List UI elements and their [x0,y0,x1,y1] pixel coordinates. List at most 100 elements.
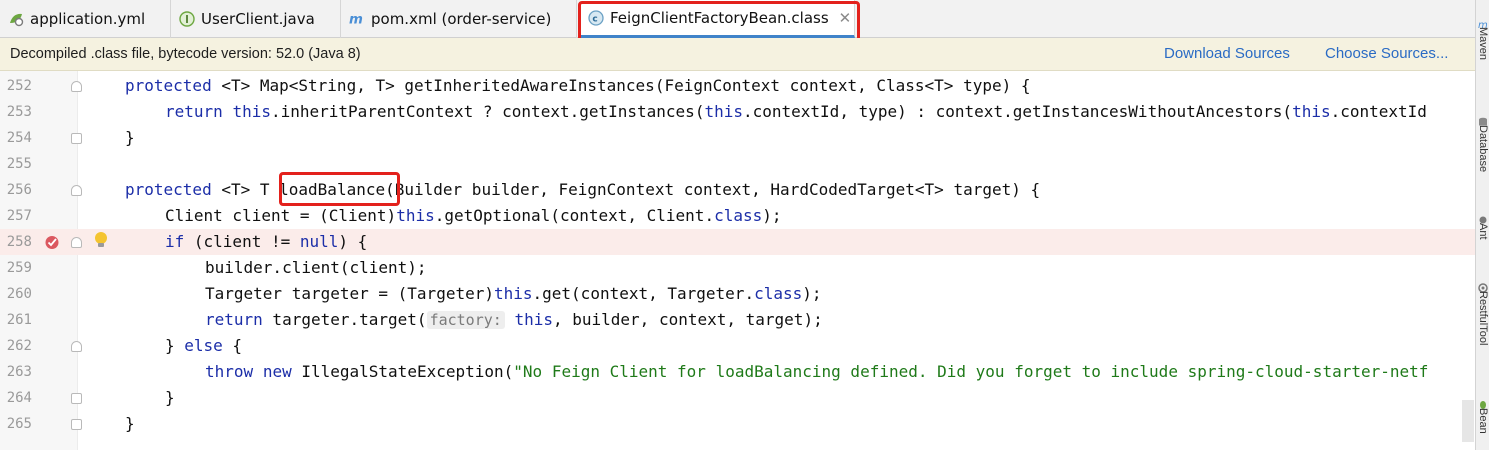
fold-end-marker-icon[interactable] [71,133,82,144]
keyword: this [704,102,743,121]
tool-restfultool[interactable]: RestfulTool [1476,278,1489,345]
keyword: this [232,102,271,121]
code-text: Targeter targeter = (Targeter)this.get(c… [205,281,822,307]
line-number: 258 [6,234,32,250]
code-text: if (client != null) { [165,229,367,255]
code-line: 254 } [0,125,1475,151]
line-number: 259 [6,260,32,276]
code-token: .get(context, Targeter. [532,284,755,303]
code-token: } [165,336,185,355]
fold-marker-icon[interactable] [71,185,82,196]
tool-database[interactable]: Database [1476,112,1489,172]
code-token: (client != [184,232,300,251]
tool-ant[interactable]: Ant [1476,210,1489,240]
code-token: Client client = (Client) [165,206,397,225]
tool-maven[interactable]: m Maven [1476,14,1489,60]
line-number: 260 [6,286,32,302]
code-line-breakpoint: 258 if (client != null) { [0,229,1475,255]
tab-pom-xml[interactable]: m pom.xml (order-service) [341,0,577,38]
code-text: protected <T> Map<String, T> getInherite… [125,73,1031,99]
bean-icon [1478,395,1488,409]
keyword: this [1292,102,1331,121]
decompiled-notice-banner: Decompiled .class file, bytecode version… [0,38,1475,71]
code-text: protected <T> T loadBalance(Builder buil… [125,177,1040,203]
maven-icon: m [1478,14,1488,31]
code-line: 252 protected <T> Map<String, T> getInhe… [0,73,1475,99]
tool-label: Database [1477,125,1489,173]
tab-userclient-java[interactable]: UserClient.java [171,0,341,38]
code-text: } [125,128,135,147]
right-tool-window-strip: m Maven Database Ant RestfulTool Bean [1475,0,1489,450]
fold-end-marker-icon[interactable] [71,419,82,430]
keyword: else [184,336,223,355]
line-number: 263 [6,364,32,380]
code-token: .contextId, type) : context.getInstances… [742,102,1293,121]
code-text: } [165,388,175,407]
ant-icon [1478,210,1488,224]
code-line: 263 throw new IllegalStateException("No … [0,359,1475,385]
fold-marker-icon[interactable] [71,81,82,92]
code-token: { [222,336,243,355]
tab-label: application.yml [30,10,146,28]
tool-label: Bean [1477,408,1489,434]
code-token: <T> T [211,180,280,199]
code-token: (Builder builder, FeignContext context, … [385,180,1041,199]
download-sources-link[interactable]: Download Sources [1164,45,1290,62]
code-text: return this.inheritParentContext ? conte… [165,99,1427,125]
tool-label: Ant [1477,223,1489,240]
tab-application-yml[interactable]: application.yml [0,0,171,38]
fold-end-marker-icon[interactable] [71,393,82,404]
string-literal: "No Feign Client for loadBalancing defin… [513,362,1429,381]
keyword: protected [125,180,212,199]
fold-marker-icon[interactable] [71,341,82,352]
code-text: throw new IllegalStateException("No Feig… [205,359,1428,385]
line-number: 262 [6,338,32,354]
interface-file-icon [179,11,195,27]
code-line: 261 return targeter.target(factory: this… [0,307,1475,333]
code-token: ); [802,284,822,303]
code-line: 264 } [0,385,1475,411]
svg-text:m: m [349,12,363,27]
line-number: 265 [6,416,32,432]
breakpoint-icon[interactable] [44,234,60,254]
keyword: null [299,232,339,251]
editor-scrollbar-thumb[interactable] [1462,400,1474,442]
code-token: , builder, context, target); [552,310,823,329]
line-number: 264 [6,390,32,406]
code-line: 260 Targeter targeter = (Targeter)this.g… [0,281,1475,307]
code-line: 253 return this.inheritParentContext ? c… [0,99,1475,125]
code-token: .getOptional(context, Client. [434,206,715,225]
code-token: IllegalStateException( [291,362,514,381]
code-token: Targeter targeter = (Targeter) [205,284,494,303]
keyword: if [165,232,185,251]
line-number: 255 [6,156,32,172]
code-token: .inheritParentContext ? context.getInsta… [270,102,705,121]
tool-bean[interactable]: Bean [1476,395,1489,434]
code-line: 256 protected <T> T loadBalance(Builder … [0,177,1475,203]
keyword: protected [125,76,212,95]
keyword: return [205,310,263,329]
line-number: 252 [6,78,32,94]
lightbulb-icon[interactable] [94,231,108,255]
code-token: ) { [338,232,368,251]
choose-sources-link[interactable]: Choose Sources... [1325,45,1448,62]
fold-marker-icon[interactable] [71,237,82,248]
yaml-file-icon [8,11,24,27]
keyword: this [493,284,533,303]
restful-tool-icon [1478,278,1488,293]
database-icon [1478,112,1488,126]
tool-label: RestfulTool [1477,291,1489,346]
code-line: 265 } [0,411,1475,437]
line-number: 257 [6,208,32,224]
code-token: <T> Map<String, T> getInheritedAwareInst… [211,76,1031,95]
line-number: 256 [6,182,32,198]
code-text: return targeter.target(factory: this, bu… [205,307,823,333]
code-text: Client client = (Client)this.getOptional… [165,203,782,229]
code-editor[interactable]: 252 protected <T> Map<String, T> getInhe… [0,71,1475,450]
code-text: } [125,414,135,433]
tab-label: UserClient.java [201,10,315,28]
line-number: 253 [6,104,32,120]
code-line: 255 [0,151,1475,177]
code-token: ); [762,206,782,225]
code-text: } else { [165,333,242,359]
